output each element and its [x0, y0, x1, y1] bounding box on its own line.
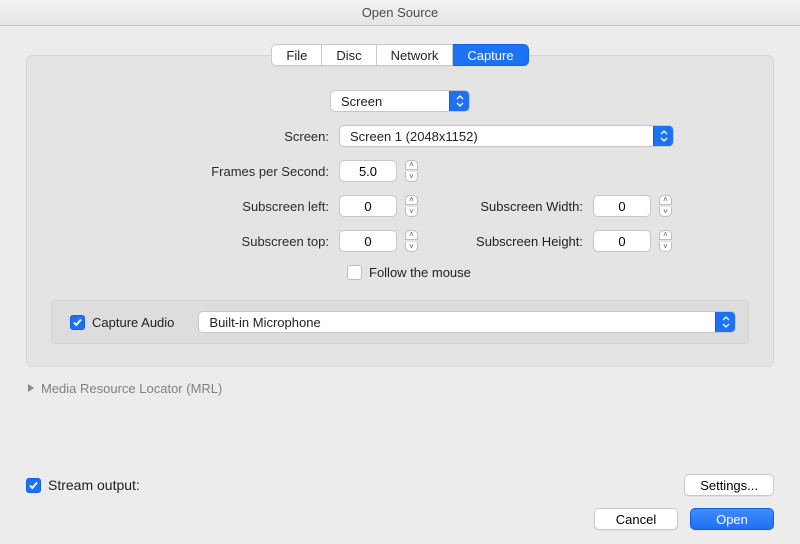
capture-panel: Screen Screen: Screen 1 (2048x1152) Fram…	[26, 55, 774, 367]
sub-width-label: Subscreen Width:	[448, 199, 593, 214]
cancel-button[interactable]: Cancel	[594, 508, 678, 530]
tab-disc[interactable]: Disc	[322, 44, 376, 66]
open-button[interactable]: Open	[690, 508, 774, 530]
capture-audio-label: Capture Audio	[92, 315, 174, 330]
stepper-up-icon: ˄	[659, 230, 672, 240]
audio-device-value: Built-in Microphone	[209, 315, 320, 330]
capture-audio-group: Capture Audio Built-in Microphone	[51, 300, 749, 344]
popup-arrows-icon	[653, 126, 673, 146]
source-tabs: File Disc Network Capture	[26, 44, 774, 66]
tab-capture[interactable]: Capture	[453, 44, 528, 66]
sub-width-stepper[interactable]: ˄˅	[659, 195, 672, 217]
sub-height-stepper[interactable]: ˄˅	[659, 230, 672, 252]
screen-value: Screen 1 (2048x1152)	[350, 129, 478, 144]
popup-arrows-icon	[715, 312, 735, 332]
sub-top-label: Subscreen top:	[51, 234, 339, 249]
screen-label: Screen:	[51, 129, 339, 144]
stepper-down-icon: ˅	[405, 172, 418, 182]
disclosure-triangle-icon	[26, 381, 35, 396]
stepper-up-icon: ˄	[405, 230, 418, 240]
tab-file[interactable]: File	[271, 44, 322, 66]
sub-width-input[interactable]	[593, 195, 651, 217]
stepper-down-icon: ˅	[659, 207, 672, 217]
follow-mouse-checkbox[interactable]	[347, 265, 362, 280]
window-title: Open Source	[0, 0, 800, 26]
mrl-label: Media Resource Locator (MRL)	[41, 381, 222, 396]
follow-mouse-label: Follow the mouse	[369, 265, 471, 280]
stepper-up-icon: ˄	[405, 195, 418, 205]
stream-output-label: Stream output:	[48, 477, 140, 493]
stepper-down-icon: ˅	[405, 207, 418, 217]
stepper-up-icon: ˄	[405, 160, 418, 170]
stepper-down-icon: ˅	[659, 242, 672, 252]
sub-left-input[interactable]	[339, 195, 397, 217]
capture-mode-value: Screen	[341, 94, 382, 109]
tab-network[interactable]: Network	[377, 44, 454, 66]
capture-audio-checkbox[interactable]	[70, 315, 85, 330]
sub-height-input[interactable]	[593, 230, 651, 252]
sub-left-stepper[interactable]: ˄˅	[405, 195, 418, 217]
capture-mode-popup[interactable]: Screen	[330, 90, 470, 112]
fps-label: Frames per Second:	[51, 164, 339, 179]
popup-arrows-icon	[449, 91, 469, 111]
screen-select[interactable]: Screen 1 (2048x1152)	[339, 125, 674, 147]
stepper-down-icon: ˅	[405, 242, 418, 252]
stepper-up-icon: ˄	[659, 195, 672, 205]
mrl-disclosure[interactable]: Media Resource Locator (MRL)	[26, 381, 774, 396]
fps-input[interactable]	[339, 160, 397, 182]
fps-stepper[interactable]: ˄ ˅	[405, 160, 418, 182]
stream-settings-button[interactable]: Settings...	[684, 474, 774, 496]
sub-height-label: Subscreen Height:	[448, 234, 593, 249]
sub-top-stepper[interactable]: ˄˅	[405, 230, 418, 252]
audio-device-select[interactable]: Built-in Microphone	[198, 311, 736, 333]
stream-output-checkbox[interactable]	[26, 478, 41, 493]
sub-left-label: Subscreen left:	[51, 199, 339, 214]
sub-top-input[interactable]	[339, 230, 397, 252]
